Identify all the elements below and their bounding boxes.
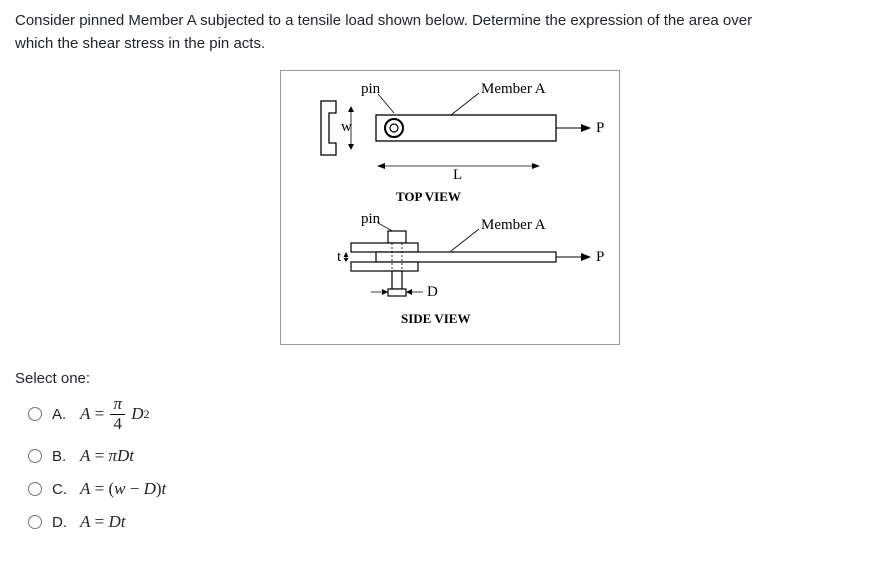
label-pin-top: pin [361,81,381,97]
label-memberA-side: Member A [481,217,546,233]
option-c-letter: C. [52,481,70,498]
option-a-math: A = π4 D2 [80,395,150,433]
question-line2: which the shear stress in the pin acts. [15,35,265,52]
label-D: D [427,284,438,300]
option-b-math: A = πDt [80,446,134,466]
label-t: t [337,249,342,265]
label-memberA-top: Member A [481,81,546,97]
label-P-top: P [596,120,604,136]
question-line1: Consider pinned Member A subjected to a … [15,12,752,29]
option-c[interactable]: C. A = (w − D)t [28,479,166,499]
option-b-letter: B. [52,448,70,465]
option-a[interactable]: A. A = π4 D2 [28,395,166,433]
option-b-radio[interactable] [28,449,42,463]
option-d-letter: D. [52,514,70,531]
question-text: Consider pinned Member A subjected to a … [15,10,855,55]
label-w: w [341,119,352,135]
label-L: L [453,167,462,183]
option-c-radio[interactable] [28,482,42,496]
option-d-radio[interactable] [28,515,42,529]
option-d[interactable]: D. A = Dt [28,512,166,532]
caption-side: SIDE VIEW [401,311,470,326]
option-d-math: A = Dt [80,512,125,532]
caption-top: TOP VIEW [396,189,461,204]
option-a-radio[interactable] [28,407,42,421]
select-one-label: Select one: [15,370,90,387]
figure-diagram: pin Member A w P L TOP VIEW pin Member A [280,70,620,345]
option-a-letter: A. [52,406,70,423]
options-group: A. A = π4 D2 B. A = πDt C. A = (w − D)t … [28,395,166,545]
option-c-math: A = (w − D)t [80,479,166,499]
label-P-side: P [596,249,604,265]
option-b[interactable]: B. A = πDt [28,446,166,466]
label-pin-side: pin [361,211,381,227]
